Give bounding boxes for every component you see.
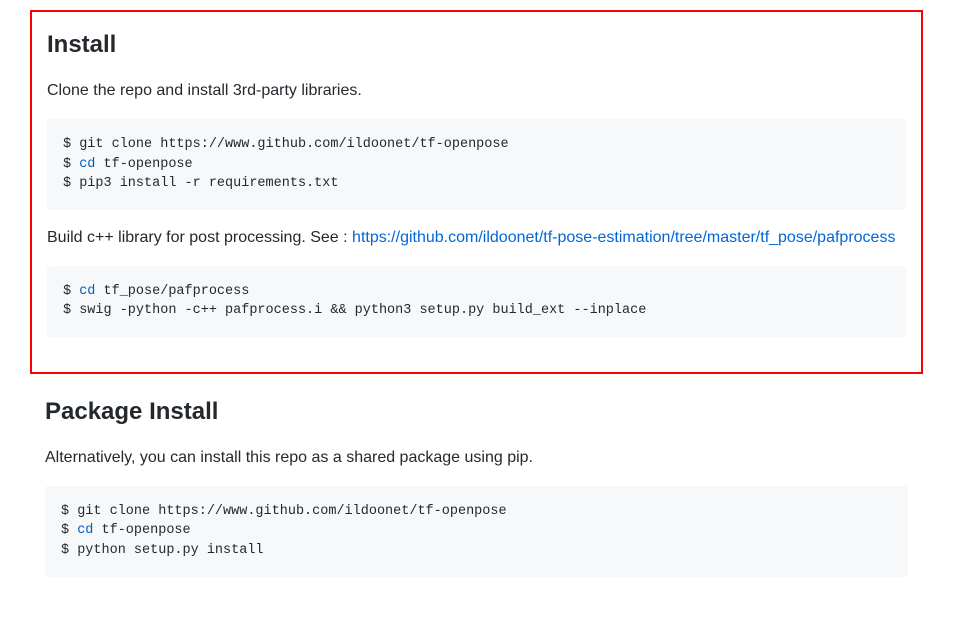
code-text: git clone https://www.github.com/ildoone… [79,137,508,152]
package-install-intro: Alternatively, you can install this repo… [45,446,908,470]
install-highlight-box: Install Clone the repo and install 3rd-p… [30,10,923,374]
code-builtin: cd [79,157,95,172]
code-text: git clone https://www.github.com/ildoone… [77,504,506,519]
install-build-text: Build c++ library for post processing. S… [47,226,906,250]
install-intro-text: Clone the repo and install 3rd-party lib… [47,79,906,103]
code-text: tf-openpose [93,523,190,538]
shell-prompt: $ [63,137,79,152]
install-heading: Install [47,27,906,63]
code-text: swig -python -c++ pafprocess.i && python… [79,303,646,318]
shell-prompt: $ [63,157,79,172]
code-text: tf-openpose [95,157,192,172]
shell-prompt: $ [61,504,77,519]
pafprocess-link[interactable]: https://github.com/ildoonet/tf-pose-esti… [352,229,895,246]
code-text: python setup.py install [77,543,263,558]
shell-prompt: $ [61,543,77,558]
build-text-prefix: Build c++ library for post processing. S… [47,229,352,246]
package-install-heading: Package Install [45,394,908,430]
package-install-code-block: $ git clone https://www.github.com/ildoo… [45,486,908,577]
install-code-block-2: $ cd tf_pose/pafprocess $ swig -python -c… [47,266,906,337]
shell-prompt: $ [63,284,79,299]
document-container: Install Clone the repo and install 3rd-p… [0,0,953,617]
install-code-block-1: $ git clone https://www.github.com/ildoo… [47,119,906,210]
install-section: Install Clone the repo and install 3rd-p… [47,27,906,337]
code-builtin: cd [77,523,93,538]
code-text: tf_pose/pafprocess [95,284,249,299]
shell-prompt: $ [63,303,79,318]
code-text: pip3 install -r requirements.txt [79,176,338,191]
shell-prompt: $ [63,176,79,191]
shell-prompt: $ [61,523,77,538]
code-builtin: cd [79,284,95,299]
package-install-section: Package Install Alternatively, you can i… [45,394,908,577]
